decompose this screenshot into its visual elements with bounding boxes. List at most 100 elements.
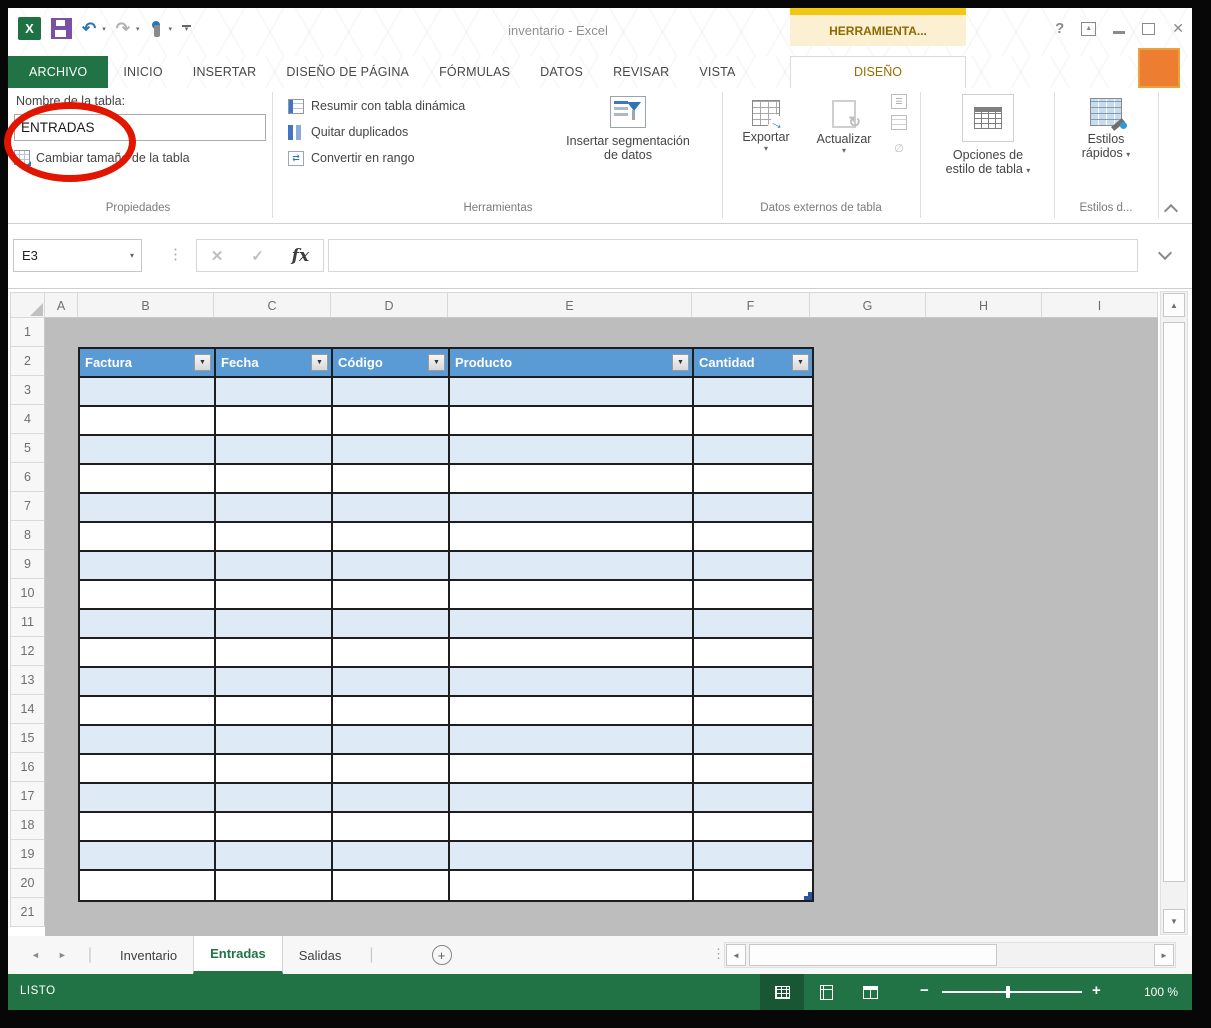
- scroll-left-icon[interactable]: ◄: [726, 944, 746, 966]
- table-cell[interactable]: [333, 378, 450, 407]
- table-header-factura[interactable]: Factura▼: [80, 349, 216, 378]
- minimize-icon[interactable]: [1113, 31, 1125, 34]
- touch-dropdown-icon[interactable]: ▾: [169, 25, 173, 33]
- table-cell[interactable]: [450, 784, 694, 813]
- column-header-F[interactable]: F: [692, 292, 810, 318]
- zoom-slider-thumb[interactable]: [1006, 986, 1010, 998]
- ribbon-tab-f-rmulas[interactable]: FÓRMULAS: [424, 56, 525, 88]
- row-header-3[interactable]: 3: [10, 376, 45, 405]
- column-header-A[interactable]: A: [45, 292, 78, 318]
- quick-styles-button[interactable]: Estilos rápidos ▾: [1060, 92, 1152, 196]
- ribbon-tab-dise-o-de-p-gina[interactable]: DISEÑO DE PÁGINA: [271, 56, 424, 88]
- table-cell[interactable]: [216, 610, 333, 639]
- table-cell[interactable]: [450, 523, 694, 552]
- row-header-19[interactable]: 19: [10, 840, 45, 869]
- table-cell[interactable]: [80, 784, 216, 813]
- filter-button[interactable]: ▼: [428, 354, 445, 371]
- name-box[interactable]: E3 ▾: [13, 239, 142, 272]
- cancel-icon[interactable]: ✕: [211, 247, 224, 265]
- row-header-21[interactable]: 21: [10, 898, 45, 927]
- open-in-browser-icon[interactable]: [891, 115, 907, 130]
- table-cell[interactable]: [216, 581, 333, 610]
- table-header-cantidad[interactable]: Cantidad▼: [694, 349, 812, 378]
- table-cell[interactable]: [694, 784, 812, 813]
- table-cell[interactable]: [80, 494, 216, 523]
- sheet-nav-right-icon[interactable]: ►: [49, 950, 76, 960]
- table-cell[interactable]: [333, 494, 450, 523]
- table-cell[interactable]: [216, 726, 333, 755]
- table-cell[interactable]: [80, 755, 216, 784]
- table-cell[interactable]: [216, 813, 333, 842]
- row-header-4[interactable]: 4: [10, 405, 45, 434]
- table-header-producto[interactable]: Producto▼: [450, 349, 694, 378]
- zoom-slider-track[interactable]: [942, 991, 1082, 993]
- table-cell[interactable]: [694, 726, 812, 755]
- table-name-input[interactable]: [14, 114, 266, 141]
- table-cell[interactable]: [333, 871, 450, 900]
- table-cell[interactable]: [216, 407, 333, 436]
- row-header-18[interactable]: 18: [10, 811, 45, 840]
- column-header-G[interactable]: G: [810, 292, 926, 318]
- table-cell[interactable]: [450, 378, 694, 407]
- zoom-out-icon[interactable]: −: [920, 982, 929, 999]
- table-cell[interactable]: [694, 842, 812, 871]
- table-cell[interactable]: [450, 697, 694, 726]
- table-cell[interactable]: [333, 465, 450, 494]
- ribbon-display-icon[interactable]: ▲: [1081, 22, 1096, 36]
- account-avatar[interactable]: [1138, 48, 1180, 88]
- row-header-2[interactable]: 2: [10, 347, 45, 376]
- filter-button[interactable]: ▼: [311, 354, 328, 371]
- row-header-6[interactable]: 6: [10, 463, 45, 492]
- resize-table-button[interactable]: Cambiar tamaño de la tabla: [14, 150, 190, 165]
- vertical-scroll-thumb[interactable]: [1163, 322, 1185, 882]
- table-cell[interactable]: [333, 697, 450, 726]
- sheet-tab-inventario[interactable]: Inventario: [104, 936, 193, 974]
- table-cell[interactable]: [694, 639, 812, 668]
- ribbon-tab-archivo[interactable]: ARCHIVO: [8, 56, 108, 88]
- table-cell[interactable]: [694, 697, 812, 726]
- table-cell[interactable]: [80, 378, 216, 407]
- sheet-tab-salidas[interactable]: Salidas: [283, 936, 358, 974]
- table-cell[interactable]: [216, 784, 333, 813]
- table-cell[interactable]: [694, 755, 812, 784]
- enter-icon[interactable]: ✓: [251, 247, 264, 265]
- table-cell[interactable]: [80, 697, 216, 726]
- undo-dropdown-icon[interactable]: ▾: [102, 25, 106, 33]
- table-cell[interactable]: [216, 639, 333, 668]
- table-cell[interactable]: [694, 378, 812, 407]
- convert-to-range-button[interactable]: ⇄ Convertir en rango: [288, 148, 415, 168]
- column-header-D[interactable]: D: [331, 292, 448, 318]
- table-cell[interactable]: [333, 523, 450, 552]
- table-cell[interactable]: [450, 871, 694, 900]
- excel-logo-icon[interactable]: X: [18, 17, 41, 40]
- table-cell[interactable]: [216, 465, 333, 494]
- table-cell[interactable]: [694, 552, 812, 581]
- scroll-down-icon[interactable]: ▼: [1163, 909, 1185, 933]
- filter-button[interactable]: ▼: [672, 354, 689, 371]
- table-cell[interactable]: [450, 465, 694, 494]
- table-cell[interactable]: [450, 581, 694, 610]
- table-cell[interactable]: [450, 494, 694, 523]
- table-cell[interactable]: [694, 813, 812, 842]
- scroll-up-icon[interactable]: ▲: [1163, 293, 1185, 317]
- table-cell[interactable]: [333, 726, 450, 755]
- insert-slicer-button[interactable]: Insertar segmentación de datos: [536, 92, 720, 196]
- table-resize-handle[interactable]: [804, 892, 812, 900]
- table-cell[interactable]: [216, 552, 333, 581]
- table-cell[interactable]: [694, 523, 812, 552]
- ribbon-tab-datos[interactable]: DATOS: [525, 56, 598, 88]
- export-button[interactable]: → Exportar ▾: [730, 92, 802, 196]
- table-cell[interactable]: [450, 842, 694, 871]
- table-cell[interactable]: [694, 610, 812, 639]
- table-header-código[interactable]: Código▼: [333, 349, 450, 378]
- table-cell[interactable]: [450, 639, 694, 668]
- ribbon-tab-inicio[interactable]: INICIO: [108, 56, 177, 88]
- table-cell[interactable]: [694, 494, 812, 523]
- row-header-9[interactable]: 9: [10, 550, 45, 579]
- table-cell[interactable]: [80, 465, 216, 494]
- sheet-tab-entradas[interactable]: Entradas: [193, 936, 283, 974]
- table-cell[interactable]: [80, 726, 216, 755]
- table-cell[interactable]: [694, 581, 812, 610]
- filter-button[interactable]: ▼: [194, 354, 211, 371]
- table-cell[interactable]: [333, 842, 450, 871]
